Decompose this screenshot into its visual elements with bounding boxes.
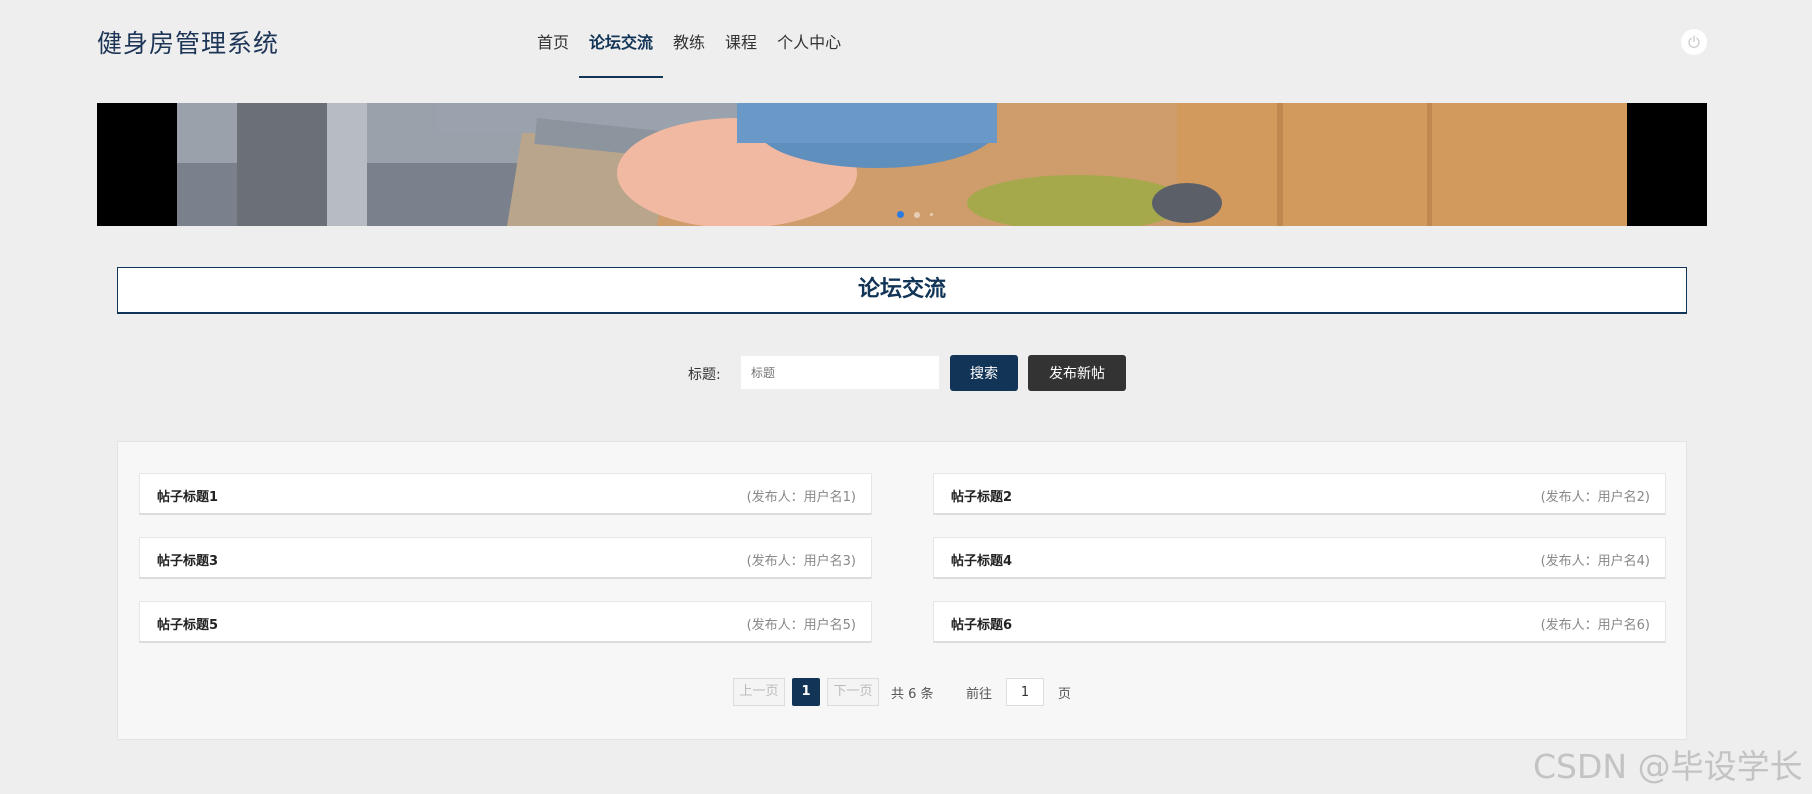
nav-home[interactable]: 首页 [527, 0, 579, 80]
search-button[interactable]: 搜索 [950, 355, 1018, 391]
watermark: CSDN @毕设学长 [1533, 747, 1803, 786]
post-item[interactable]: 帖子标题2 (发布人：用户名2) [933, 473, 1666, 515]
header: 健身房管理系统 首页 论坛交流 教练 课程 个人中心 [0, 0, 1812, 80]
section-title: 论坛交流 [117, 267, 1687, 314]
banner-image [177, 103, 1627, 226]
carousel-dot[interactable] [930, 213, 933, 216]
prev-page-button[interactable]: 上一页 [733, 678, 785, 706]
post-item[interactable]: 帖子标题4 (发布人：用户名4) [933, 537, 1666, 579]
post-item[interactable]: 帖子标题1 (发布人：用户名1) [139, 473, 872, 515]
nav-profile[interactable]: 个人中心 [767, 0, 851, 80]
carousel-dot[interactable] [897, 211, 904, 218]
post-author: (发布人：用户名6) [1540, 618, 1650, 633]
power-icon [1688, 35, 1700, 48]
banner-carousel[interactable] [97, 103, 1707, 226]
nav-coach[interactable]: 教练 [663, 0, 715, 80]
post-title: 帖子标题6 [951, 618, 1013, 633]
carousel-dots [897, 211, 933, 218]
nav-forum[interactable]: 论坛交流 [579, 0, 664, 80]
post-title: 帖子标题3 [157, 554, 219, 569]
logout-button[interactable] [1681, 29, 1707, 55]
post-title: 帖子标题5 [157, 618, 219, 633]
main-nav: 首页 论坛交流 教练 课程 个人中心 [527, 0, 851, 80]
post-title: 帖子标题1 [157, 490, 219, 505]
new-post-button[interactable]: 发布新帖 [1028, 355, 1126, 391]
goto-label: 前往 [966, 687, 993, 702]
post-title: 帖子标题2 [951, 490, 1013, 505]
post-item[interactable]: 帖子标题5 (发布人：用户名5) [139, 601, 872, 643]
post-title: 帖子标题4 [951, 554, 1013, 569]
post-author: (发布人：用户名5) [746, 618, 856, 633]
site-title: 健身房管理系统 [97, 29, 280, 58]
search-bar: 标题: 搜索 发布新帖 [0, 355, 1812, 391]
nav-course[interactable]: 课程 [715, 0, 767, 80]
goto-page-input[interactable] [1006, 678, 1044, 706]
post-item[interactable]: 帖子标题3 (发布人：用户名3) [139, 537, 872, 579]
post-item[interactable]: 帖子标题6 (发布人：用户名6) [933, 601, 1666, 643]
post-author: (发布人：用户名2) [1540, 490, 1650, 505]
post-author: (发布人：用户名3) [746, 554, 856, 569]
search-label: 标题: [688, 367, 721, 383]
page-number-current[interactable]: 1 [792, 678, 820, 706]
title-search-input[interactable] [740, 355, 940, 390]
post-author: (发布人：用户名1) [746, 490, 856, 505]
post-author: (发布人：用户名4) [1540, 554, 1650, 569]
pagination: 上一页 1 下一页 共 6 条 前往 页 [0, 678, 1812, 708]
next-page-button[interactable]: 下一页 [827, 678, 879, 706]
carousel-dot[interactable] [914, 211, 920, 218]
total-count: 共 6 条 [891, 687, 934, 702]
page-suffix: 页 [1058, 687, 1072, 702]
